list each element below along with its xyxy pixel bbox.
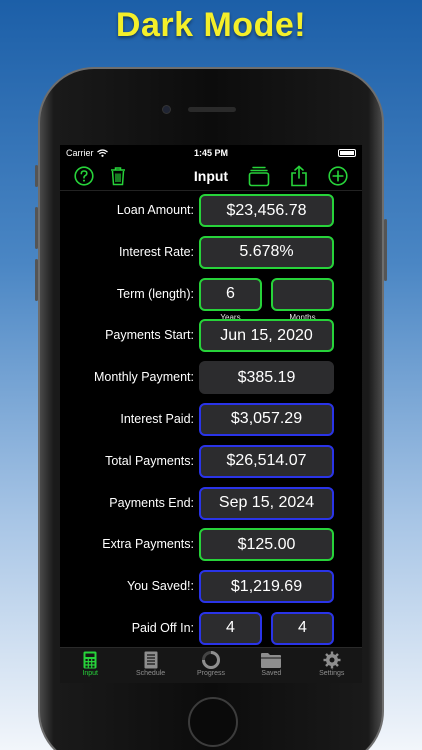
- tab-input-label: Input: [82, 670, 98, 677]
- total-payments-label: Total Payments:: [105, 453, 194, 468]
- tab-schedule-label: Schedule: [135, 670, 166, 677]
- extra-payments-label: Extra Payments:: [102, 537, 194, 552]
- extra-payments-field[interactable]: $125.00: [199, 528, 334, 562]
- home-button[interactable]: [188, 697, 238, 747]
- add-button[interactable]: [328, 165, 348, 186]
- payments-end-row: Payments End: Sep 15, 2024: [60, 486, 362, 529]
- interest-paid-value: $3,057.29: [199, 402, 334, 436]
- app-screen: Carrier 1:45 PM Input Loan Amount: $23,4…: [60, 145, 362, 683]
- tab-settings[interactable]: Settings: [302, 651, 362, 677]
- gear-icon: [323, 651, 341, 669]
- toolbar: Input: [60, 161, 362, 191]
- folder-icon: [261, 653, 282, 668]
- interest-rate-field[interactable]: 5.678%: [199, 235, 334, 269]
- loan-amount-label: Loan Amount:: [116, 203, 194, 217]
- interest-rate-row: Interest Rate: 5.678%: [60, 235, 362, 278]
- total-payments-value: $26,514.07: [199, 444, 334, 478]
- monthly-payment-row: Monthly Payment: $385.19: [60, 361, 362, 403]
- tab-saved[interactable]: Saved: [241, 651, 301, 677]
- payments-start-label: Payments Start:: [105, 328, 194, 343]
- you-saved-row: You Saved!: $1,219.69: [60, 570, 362, 612]
- battery-icon: [338, 149, 356, 157]
- you-saved-value: $1,219.69: [199, 570, 334, 604]
- status-time: 1:45 PM: [193, 148, 228, 158]
- plus-circle-icon: [328, 165, 348, 186]
- tab-schedule[interactable]: Schedule: [121, 651, 181, 677]
- status-bar: Carrier 1:45 PM: [60, 145, 362, 161]
- calculator-icon: [83, 651, 97, 669]
- monthly-payment-field[interactable]: $385.19: [199, 361, 334, 395]
- tab-input[interactable]: Input: [60, 651, 120, 677]
- power-button: [384, 219, 387, 281]
- loan-amount-field[interactable]: $23,456.78: [199, 194, 334, 227]
- tab-bar: Input Schedule Progress Saved Settings: [60, 647, 362, 683]
- loan-amount-row: Loan Amount: $23,456.78: [60, 194, 362, 236]
- volume-down-button: [35, 259, 38, 301]
- volume-up-button: [35, 207, 38, 249]
- term-years-field[interactable]: 6: [199, 277, 262, 311]
- share-icon: [291, 164, 307, 186]
- payments-end-value: Sep 15, 2024: [199, 486, 334, 520]
- document-list-icon: [144, 651, 158, 669]
- promo-headline: Dark Mode!: [115, 6, 307, 44]
- tab-settings-label: Settings: [319, 670, 345, 677]
- you-saved-label: You Saved!:: [127, 579, 194, 594]
- tab-saved-label: Saved: [261, 670, 282, 677]
- term-row: Term (length): 6 Years Months: [60, 277, 362, 322]
- delete-button[interactable]: [110, 166, 126, 186]
- term-label: Term (length):: [116, 286, 194, 301]
- question-circle-icon: [74, 165, 94, 186]
- paid-off-in-label: Paid Off In:: [131, 620, 194, 635]
- earpiece-speaker: [188, 107, 236, 112]
- share-button[interactable]: [290, 164, 308, 187]
- interest-paid-row: Interest Paid: $3,057.29: [60, 402, 362, 445]
- help-button[interactable]: [74, 165, 94, 186]
- trash-icon: [111, 166, 125, 185]
- payments-end-label: Payments End:: [109, 495, 194, 510]
- front-camera: [162, 105, 171, 114]
- monthly-payment-label: Monthly Payment:: [93, 370, 194, 385]
- paid-off-months-value: 4: [271, 611, 334, 645]
- total-payments-row: Total Payments: $26,514.07: [60, 444, 362, 487]
- progress-ring-icon: [201, 651, 220, 669]
- extra-payments-row: Extra Payments: $125.00: [60, 528, 362, 570]
- payments-start-field[interactable]: Jun 15, 2020: [199, 319, 334, 353]
- loan-input-form: Loan Amount: $23,456.78 Interest Rate: 5…: [60, 191, 362, 654]
- stack-button[interactable]: [248, 165, 270, 187]
- payments-start-row: Payments Start: Jun 15, 2020: [60, 319, 362, 361]
- mute-switch: [35, 165, 38, 187]
- tab-progress-label: Progress: [196, 670, 225, 677]
- stacked-pages-icon: [248, 166, 270, 186]
- tab-progress[interactable]: Progress: [181, 651, 241, 677]
- paid-off-years-value: 4: [199, 611, 262, 645]
- term-months-field[interactable]: [271, 277, 334, 311]
- interest-paid-label: Interest Paid:: [120, 411, 194, 426]
- interest-rate-label: Interest Rate:: [118, 244, 194, 259]
